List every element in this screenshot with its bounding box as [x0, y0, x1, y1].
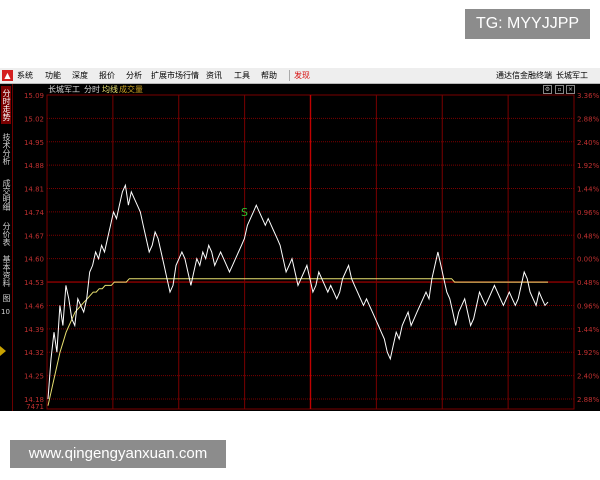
y-tick-label: 14.67 — [24, 232, 44, 240]
pct-tick-label: 2.40% — [577, 373, 600, 381]
average-price-line — [47, 278, 548, 406]
pct-tick-label: 1.44% — [577, 186, 600, 194]
y-tick-label: 14.32 — [24, 349, 44, 357]
pct-tick-label: 0.00% — [577, 256, 600, 264]
intraday-chart: 15.09 3.36% 15.02 2.88% 14.95 2.40% 14.88 1.92%… — [24, 92, 600, 411]
pct-tick-label: 1.92% — [577, 162, 600, 170]
y-tick-label: 14.74 — [24, 209, 45, 217]
pct-tick-label: 2.88% — [577, 396, 600, 404]
pct-tick-label: 0.48% — [577, 279, 600, 287]
top-watermark: TG: MYYJJPP — [465, 9, 590, 39]
y-tick-label: 14.95 — [24, 139, 44, 147]
y-tick-label: 14.88 — [24, 162, 44, 170]
pct-tick-label: 1.44% — [577, 326, 600, 334]
price-line — [47, 183, 549, 400]
y-tick-label: 14.81 — [24, 186, 44, 194]
pct-tick-label: 0.96% — [577, 302, 600, 310]
y-tick-label: 14.39 — [24, 326, 44, 334]
y-tick-label: 14.60 — [24, 256, 44, 264]
signal-annotation: S — [241, 206, 248, 219]
trading-terminal: ▲ 系统 功能 深度 报价 分析 扩展市场行情 资讯 工具 帮助 发现 通达信金… — [0, 68, 600, 411]
y-tick-label: 15.02 — [24, 115, 44, 123]
y-tick-label: 14.46 — [24, 302, 45, 310]
pct-tick-label: 1.92% — [577, 349, 600, 357]
pct-tick-label: 2.40% — [577, 139, 600, 147]
pct-tick-label: 0.48% — [577, 232, 600, 240]
bottom-watermark: www.qingengyanxuan.com — [10, 440, 226, 468]
bottom-volume-label: 7471 — [26, 403, 44, 411]
pct-tick-label: 0.96% — [577, 209, 600, 217]
pct-tick-label: 2.88% — [577, 115, 600, 123]
y-tick-label: 14.25 — [24, 373, 44, 381]
y-tick-label: 14.53 — [24, 279, 44, 287]
pct-tick-label: 3.36% — [577, 92, 600, 100]
y-tick-label: 15.09 — [24, 92, 44, 100]
